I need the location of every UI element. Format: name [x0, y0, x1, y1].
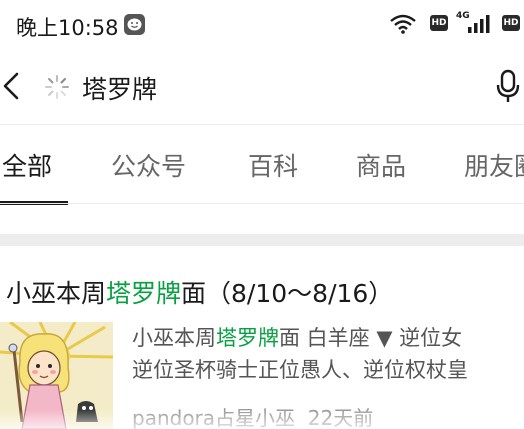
tab-encyclopedia[interactable]: 百科 — [248, 147, 298, 183]
tab-products[interactable]: 商品 — [356, 147, 406, 183]
snippet-highlight: 塔罗牌 — [216, 326, 279, 350]
search-input[interactable]: 塔罗牌 — [82, 70, 157, 106]
tab-official-accounts[interactable]: 公众号 — [111, 147, 186, 183]
result-source: pandora占星小巫 — [132, 406, 296, 429]
snippet-line-1: 小巫本周塔罗牌面 白羊座 ▼ 逆位女 — [132, 322, 524, 354]
snippet-prefix: 小巫本周 — [132, 326, 216, 350]
wechat-smile-icon — [124, 14, 145, 35]
tab-moments[interactable]: 朋友圈 — [464, 147, 524, 183]
tabs-divider — [0, 203, 524, 204]
hd-badge-2: HD — [502, 15, 520, 31]
signal-bars-icon — [468, 15, 496, 37]
result-time: 22天前 — [307, 406, 374, 429]
status-time: 晚上10:58 — [16, 16, 119, 40]
snippet-suffix: 面 白羊座 ▼ 逆位女 — [279, 326, 463, 350]
result-title-suffix: 面（8/10～8/16） — [181, 279, 394, 308]
tab-all[interactable]: 全部 — [2, 147, 52, 183]
filter-tabs: 全部 公众号 百科 商品 朋友圈 — [0, 124, 524, 205]
wifi-icon — [389, 14, 417, 38]
spinner-icon — [44, 74, 70, 100]
section-divider — [0, 234, 524, 246]
search-header: 塔罗牌 — [0, 52, 524, 124]
snippet-line-2: 逆位圣杯骑士正位愚人、逆位权杖皇 — [132, 358, 468, 382]
microphone-icon[interactable] — [496, 69, 520, 103]
result-snippet: 小巫本周塔罗牌面 白羊座 ▼ 逆位女 逆位圣杯骑士正位愚人、逆位权杖皇 — [132, 322, 524, 386]
result-thumbnail[interactable] — [0, 322, 113, 429]
hd-badge: HD — [430, 15, 448, 31]
status-bar: 晚上10:58 HD 4G HD — [0, 0, 524, 52]
result-title[interactable]: 小巫本周塔罗牌面（8/10～8/16） — [6, 274, 393, 310]
result-title-highlight: 塔罗牌 — [106, 279, 182, 308]
result-meta: pandora占星小巫 22天前 — [132, 402, 373, 429]
chevron-left-icon[interactable] — [0, 70, 24, 102]
result-title-prefix: 小巫本周 — [6, 279, 107, 308]
